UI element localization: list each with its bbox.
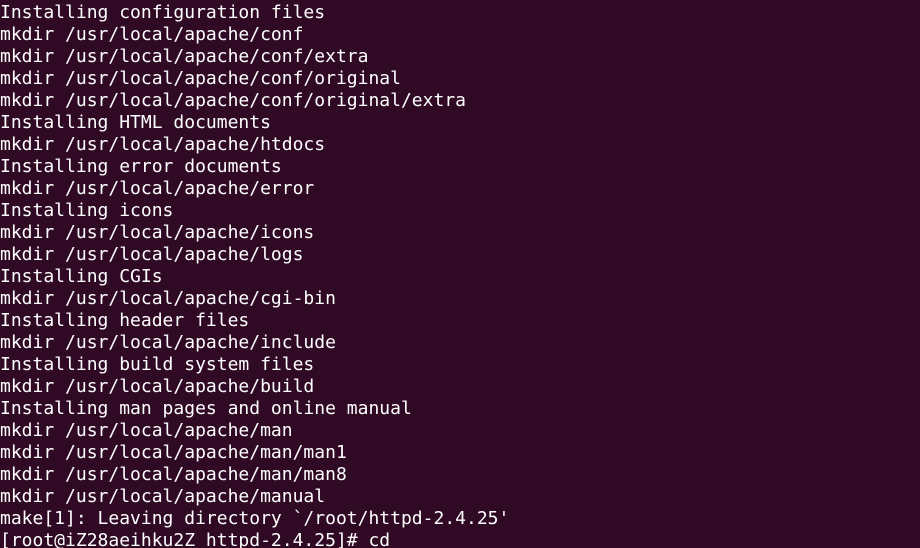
output-line: Installing header files <box>0 310 250 331</box>
output-line: mkdir /usr/local/apache/include <box>0 332 336 353</box>
output-line: make[1]: Leaving directory `/root/httpd-… <box>0 508 510 529</box>
output-line: mkdir /usr/local/apache/conf/original/ex… <box>0 90 466 111</box>
output-line: mkdir /usr/local/apache/htdocs <box>0 134 326 155</box>
output-line: mkdir /usr/local/apache/conf/original <box>0 68 401 89</box>
output-line: mkdir /usr/local/apache/build <box>0 376 315 397</box>
output-line: mkdir /usr/local/apache/man/man8 <box>0 464 347 485</box>
output-line: Installing CGIs <box>0 266 163 287</box>
output-line: mkdir /usr/local/apache/conf/extra <box>0 46 369 67</box>
terminal-output: Installing configuration files mkdir /us… <box>0 2 920 548</box>
output-line: mkdir /usr/local/apache/man <box>0 420 293 441</box>
output-line: Installing error documents <box>0 156 282 177</box>
command-line[interactable]: [root@iZ28aeihku2Z httpd-2.4.25]# cd <box>0 530 920 548</box>
output-line: mkdir /usr/local/apache/conf <box>0 24 304 45</box>
output-line: mkdir /usr/local/apache/icons <box>0 222 315 243</box>
output-line: mkdir /usr/local/apache/cgi-bin <box>0 288 336 309</box>
output-line: mkdir /usr/local/apache/error <box>0 178 315 199</box>
command-input[interactable]: cd <box>368 530 390 548</box>
terminal-window[interactable]: Installing configuration files mkdir /us… <box>0 0 920 548</box>
shell-prompt: [root@iZ28aeihku2Z httpd-2.4.25]# <box>0 530 369 548</box>
output-line: Installing icons <box>0 200 174 221</box>
output-line: Installing configuration files <box>0 2 326 23</box>
output-line: Installing build system files <box>0 354 315 375</box>
output-line: Installing man pages and online manual <box>0 398 412 419</box>
output-line: mkdir /usr/local/apache/manual <box>0 486 326 507</box>
output-line: Installing HTML documents <box>0 112 271 133</box>
output-line: mkdir /usr/local/apache/logs <box>0 244 304 265</box>
output-line: mkdir /usr/local/apache/man/man1 <box>0 442 347 463</box>
